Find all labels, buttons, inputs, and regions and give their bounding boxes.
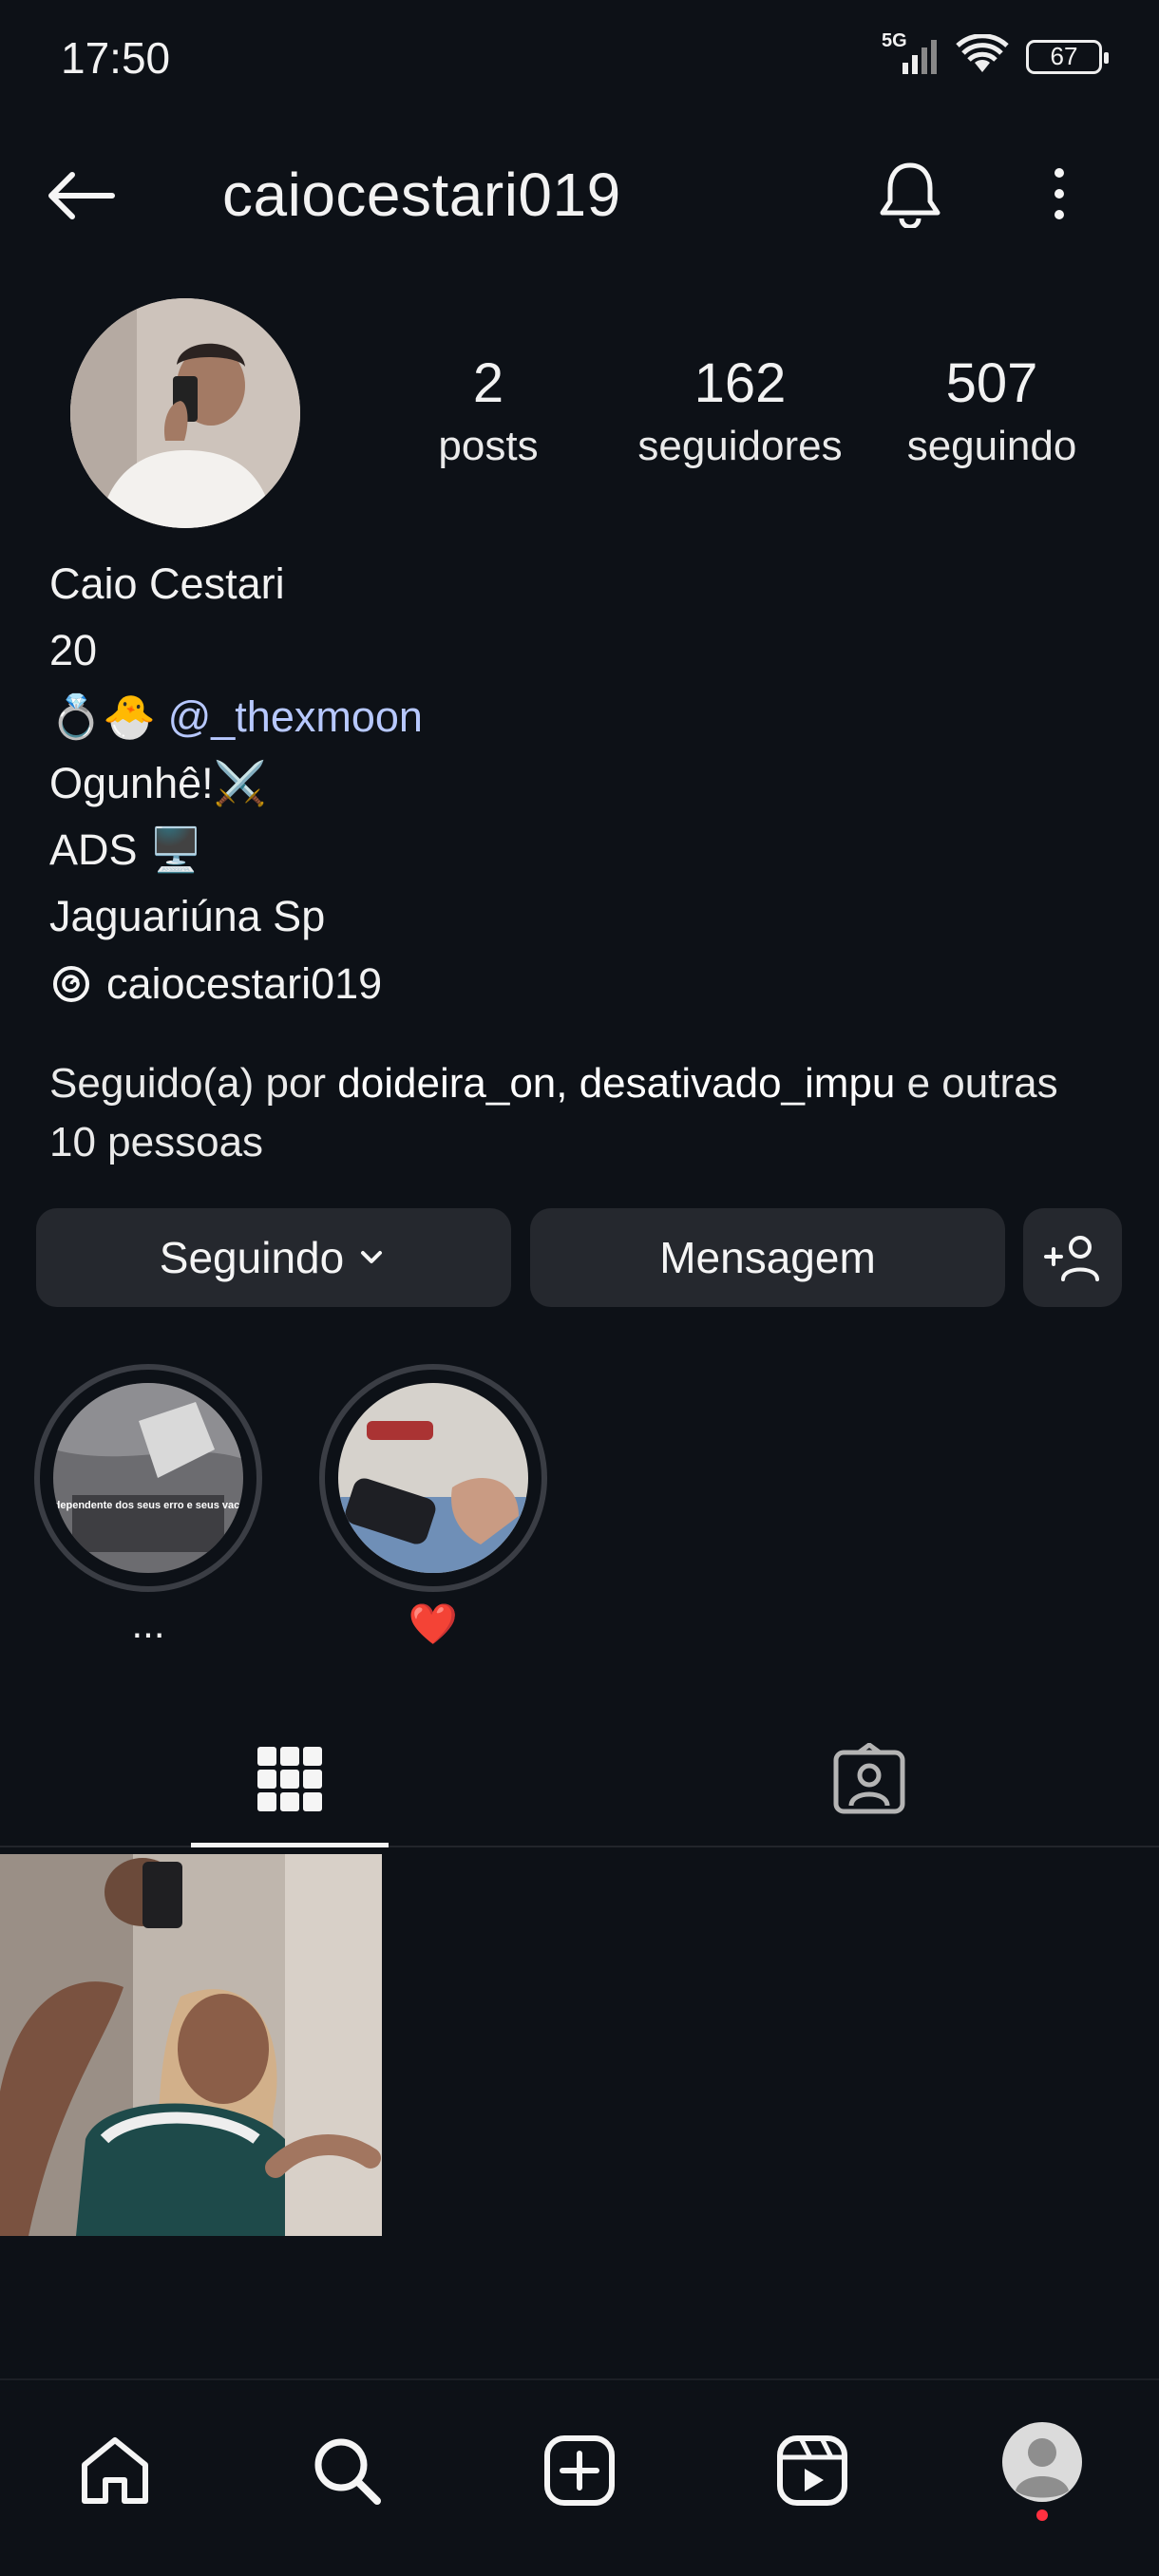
profile-photo [70,298,300,528]
nav-home[interactable] [63,2418,167,2523]
network-type: 5G [882,29,907,51]
stat-posts[interactable]: 2 posts [422,351,555,470]
notification-dot [1036,2510,1048,2521]
profile-bio: Caio Cestari 20 💍🐣 @_thexmoon Ogunhê!⚔️ … [49,551,423,950]
followed-by-prefix: Seguido(a) por [49,1060,338,1107]
stat-label: seguindo [906,423,1077,469]
threads-handle: caiocestari019 [106,959,383,1008]
followed-by-text[interactable]: Seguido(a) por doideira_on, desativado_i… [49,1054,1113,1172]
tab-posts-grid[interactable] [0,1710,580,1847]
back-arrow-icon [48,172,115,219]
back-button[interactable] [44,158,129,234]
tagged-icon [833,1742,905,1813]
nav-reels[interactable] [760,2418,864,2523]
bio-line-age: 20 [49,626,98,674]
signal-icon: 5G [882,30,939,76]
tab-tagged[interactable] [580,1710,1159,1847]
message-button[interactable]: Mensagem [530,1208,1005,1307]
profile-tabs [0,1710,1159,1847]
highlight-cover [338,1383,528,1573]
stat-value: 507 [945,352,1038,414]
bottom-navigation [0,2378,1159,2576]
create-icon [544,2435,615,2506]
nav-search[interactable] [294,2418,399,2523]
highlight-ring [319,1364,547,1592]
chevron-down-icon [361,1251,383,1263]
battery-level: 67 [1050,42,1078,70]
story-highlight-1[interactable]: Independente dos seus erro e seus vacilo… [34,1364,262,1647]
profile-avatar-icon [1002,2422,1082,2502]
profile-avatar[interactable] [70,298,300,528]
stat-value: 162 [694,352,787,414]
stat-label: seguidores [637,423,843,469]
notifications-button[interactable] [872,156,948,232]
following-button[interactable]: Seguindo [36,1208,511,1307]
threads-icon [53,966,89,1002]
active-tab-indicator [191,1843,389,1847]
stat-followers[interactable]: 162 seguidores [621,351,859,470]
add-person-icon [1044,1236,1099,1281]
bell-icon [880,162,940,228]
bio-line-6: Jaguariúna Sp [49,892,326,940]
status-time: 17:50 [61,33,171,83]
stat-value: 2 [472,352,504,414]
status-bar: 17:50 5G 67 [0,0,1159,114]
bio-line-4: Ogunhê!⚔️ [49,759,267,807]
reels-icon [777,2435,847,2506]
threads-link[interactable]: caiocestari019 [49,959,382,1009]
highlight-caption: Independente dos seus erro e seus vacilo [53,1500,243,1511]
bio-emoji: 💍🐣 [49,692,157,741]
battery-icon: 67 [1026,39,1109,74]
story-highlight-2[interactable]: ❤️ [319,1364,547,1648]
highlight-label: ❤️ [408,1601,459,1646]
home-icon [82,2437,148,2504]
wifi-icon [956,33,1009,79]
bio-line-5: ADS 🖥️ [49,825,203,874]
highlight-cover: Independente dos seus erro e seus vacilo [53,1383,243,1573]
mention-link[interactable]: @_thexmoon [168,692,423,741]
message-label: Mensagem [659,1233,876,1282]
highlight-ring: Independente dos seus erro e seus vacilo [34,1364,262,1592]
profile-header: caiocestari019 [0,142,1159,247]
search-icon [314,2438,381,2505]
grid-icon [257,1746,322,1811]
post-image [0,1854,382,2236]
highlight-label: ... [131,1601,165,1646]
nav-profile[interactable] [990,2418,1094,2523]
post-thumbnail[interactable] [0,1854,382,2236]
profile-name: Caio Cestari [49,559,285,608]
page-title: caiocestari019 [222,161,621,229]
suggest-people-button[interactable] [1023,1208,1122,1307]
status-icons: 5G 67 [882,30,1109,79]
stat-following[interactable]: 507 seguindo [887,351,1096,470]
followed-by-names: doideira_on, desativado_impu [337,1060,896,1107]
bio-line-mention: 💍🐣 @_thexmoon [49,684,423,750]
more-vertical-icon [1054,168,1064,219]
more-options-button[interactable] [1026,156,1092,232]
stat-label: posts [438,423,539,469]
following-label: Seguindo [159,1233,345,1282]
nav-create[interactable] [527,2418,632,2523]
